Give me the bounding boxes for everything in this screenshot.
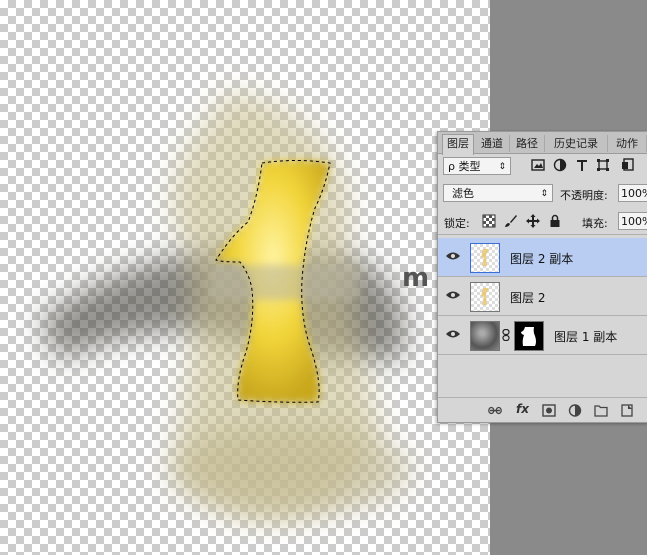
tab-history[interactable]: 历史记录 xyxy=(545,135,608,152)
add-mask-icon[interactable] xyxy=(542,404,556,417)
image-filter-icon[interactable] xyxy=(531,158,545,172)
fill-label: 填充: xyxy=(582,217,608,230)
eye-icon[interactable] xyxy=(446,251,460,261)
chevron-updown-icon: ⇕ xyxy=(498,162,506,172)
eye-icon[interactable] xyxy=(446,290,460,300)
layer-row[interactable]: 图层 1 副本 xyxy=(438,316,647,355)
layer-thumbnail xyxy=(470,321,500,351)
filter-row: ρ 类型 ⇕ xyxy=(438,155,647,179)
smart-object-filter-icon[interactable] xyxy=(621,158,635,172)
fill-input[interactable]: 100% xyxy=(618,212,647,230)
watermark-text: m xyxy=(402,263,430,293)
layer-thumbnail xyxy=(470,282,500,312)
tab-actions[interactable]: 动作 xyxy=(608,135,647,152)
tab-paths[interactable]: 路径 xyxy=(510,135,545,152)
tab-layers[interactable]: 图层 xyxy=(442,134,474,155)
lock-transparency-icon[interactable] xyxy=(482,214,496,228)
layer-name: 图层 2 xyxy=(510,291,546,305)
adjustment-layer-icon[interactable] xyxy=(568,404,582,417)
tab-channels[interactable]: 通道 xyxy=(475,135,510,152)
fx-icon[interactable]: fx xyxy=(516,402,529,416)
chevron-updown-icon: ⇕ xyxy=(540,189,548,199)
numeral-thumb-icon xyxy=(481,249,489,266)
gray-band xyxy=(210,265,360,300)
filter-kind-select[interactable]: ρ 类型 ⇕ xyxy=(443,157,511,175)
layer-name: 图层 1 副本 xyxy=(554,330,618,344)
new-layer-icon[interactable] xyxy=(620,404,634,417)
brush-lock-icon[interactable] xyxy=(504,214,518,228)
lock-label: 锁定: xyxy=(444,217,470,230)
mask-shape-icon xyxy=(521,327,536,346)
panel-tabs: 图层 通道 路径 历史记录 动作 xyxy=(438,132,647,155)
filter-kind-label: ρ 类型 xyxy=(448,160,481,173)
link-layers-icon[interactable] xyxy=(488,404,502,417)
layers-panel: 图层 通道 路径 历史记录 动作 ρ 类型 ⇕ 滤色 ⇕ 不透明度: 100% … xyxy=(437,131,647,423)
blend-row: 滤色 ⇕ 不透明度: 100% xyxy=(438,181,647,205)
new-group-icon[interactable] xyxy=(594,404,608,417)
numeral-thumb-icon xyxy=(481,288,489,305)
opacity-label: 不透明度: xyxy=(560,189,608,202)
layer-row[interactable]: 图层 2 xyxy=(438,277,647,316)
adjustment-filter-icon[interactable] xyxy=(553,158,567,172)
layer-mask-thumbnail[interactable] xyxy=(514,321,544,351)
chain-link-icon[interactable] xyxy=(502,329,510,341)
blend-mode-value: 滤色 xyxy=(452,187,474,200)
lock-all-icon[interactable] xyxy=(548,214,562,228)
layer-thumbnail xyxy=(470,243,500,273)
opacity-input[interactable]: 100% xyxy=(618,184,647,202)
shape-filter-icon[interactable] xyxy=(596,158,610,172)
eye-icon[interactable] xyxy=(446,329,460,339)
type-filter-icon[interactable] xyxy=(575,158,589,172)
blend-mode-select[interactable]: 滤色 ⇕ xyxy=(443,184,553,202)
layer-row[interactable]: 图层 2 副本 xyxy=(438,238,647,277)
lock-row: 锁定: 填充: 100% xyxy=(438,208,647,235)
bottom-haze xyxy=(170,425,410,515)
move-lock-icon[interactable] xyxy=(526,214,540,228)
panel-footer: fx xyxy=(438,397,647,423)
layer-name: 图层 2 副本 xyxy=(510,252,574,266)
